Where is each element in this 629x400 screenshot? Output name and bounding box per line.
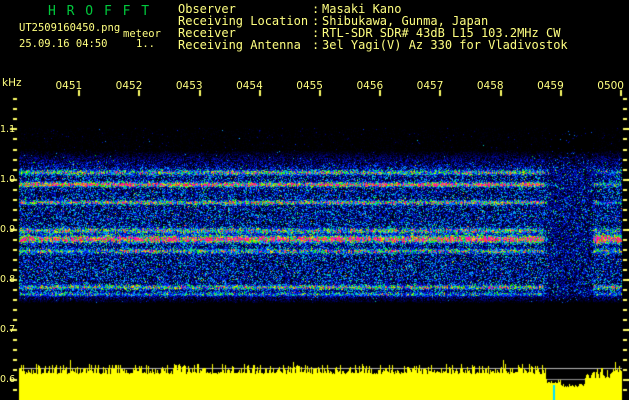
freq-tick-label-1.0: 1.0 — [0, 173, 16, 185]
output-file-name: UT2509160450.png — [19, 22, 121, 34]
freq-tick-label-0.6: 0.6 — [0, 374, 16, 385]
time-tick-label-0457: 0457 — [416, 80, 444, 92]
time-tick-label-0456: 0456 — [356, 80, 384, 92]
time-tick-label-0452: 0452 — [115, 80, 143, 92]
time-tick-label-0451: 0451 — [55, 80, 83, 92]
header-colon: : — [312, 38, 320, 52]
header-value: 3el Yagi(V) Az 330 for Vladivostok — [322, 38, 568, 52]
header-label: Receiving Antenna — [178, 38, 301, 52]
time-tick-label-0459: 0459 — [537, 80, 564, 92]
freq-tick-label-0.7: 0.7 — [0, 323, 16, 335]
time-tick-label-0453: 0453 — [175, 80, 203, 92]
header-row-antenna: Receiving Antenna:3el Yagi(V) Az 330 for… — [178, 39, 568, 51]
freq-tick-label-0.8: 0.8 — [0, 273, 16, 285]
observation-datetime: 25.09.16 04:50 — [19, 38, 108, 50]
freq-tick-label-0.9: 0.9 — [0, 223, 16, 235]
observation-header: Observer: Masaki Kano Receiving Location:… — [178, 3, 568, 51]
time-tick-label-0458: 0458 — [476, 80, 504, 92]
spectrogram-canvas — [0, 0, 629, 400]
freq-tick-label-1.1: 1.1 — [0, 123, 16, 135]
time-tick-label-0455: 0455 — [296, 80, 323, 92]
frame-counter: 1.. — [136, 38, 155, 50]
app-title: H R O F F T — [48, 4, 151, 19]
frequency-axis-unit: kHz — [2, 77, 22, 89]
hrofft-screen: H R O F F T UT2509160450.png meteor 25.0… — [0, 0, 629, 400]
time-tick-label-0500: 0500 — [597, 80, 624, 92]
time-tick-label-0454: 0454 — [236, 80, 263, 92]
